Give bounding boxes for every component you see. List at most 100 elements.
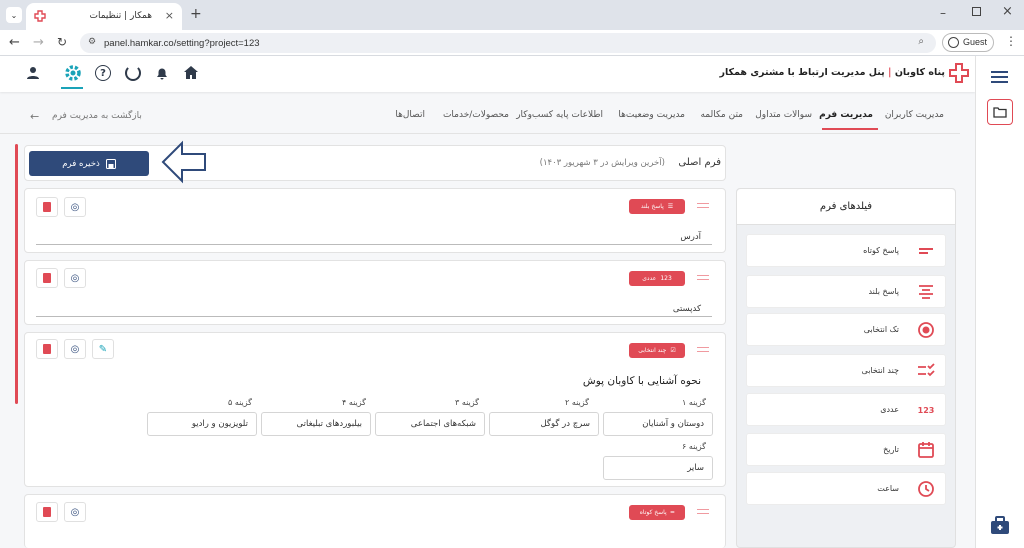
edit-button[interactable]: ✎ xyxy=(92,339,114,359)
new-tab-icon[interactable]: + xyxy=(190,6,202,22)
nav-item-faq[interactable]: سوالات متداول xyxy=(755,110,812,120)
settings-gear-icon[interactable] xyxy=(64,64,82,82)
option-input[interactable]: سرچ در گوگل xyxy=(489,412,599,436)
field-label: آدرس xyxy=(680,232,701,242)
tab-title: همکار | تنظیمات xyxy=(89,11,153,21)
browser-tab[interactable]: همکار | تنظیمات × xyxy=(26,3,182,30)
last-edit-text: (آخرین ویرایش در ۳ شهریور ۱۴۰۳) xyxy=(539,158,665,168)
option-input[interactable]: تلویزیون و رادیو xyxy=(147,412,257,436)
field-option-short-answer[interactable]: پاسخ کوتاه xyxy=(746,234,946,267)
field-option-time[interactable]: ساعت xyxy=(746,472,946,505)
brand-title: پناه کاوبان | پنل مدیریت ارتباط با مشتری… xyxy=(720,67,946,78)
field-option-number[interactable]: عددی 123 xyxy=(746,393,946,426)
folder-button[interactable] xyxy=(987,99,1013,125)
brand-subtitle: پنل مدیریت ارتباط با مشتری همکار xyxy=(719,67,885,78)
long-answer-icon: ☰ xyxy=(667,203,674,210)
back-arrow-icon[interactable]: ← xyxy=(30,110,39,123)
form-field-card: عددی 123 کدپستی xyxy=(24,260,726,325)
checklist-icon: ☑ xyxy=(670,347,676,354)
minimize-icon[interactable]: – xyxy=(940,6,946,20)
delete-button[interactable] xyxy=(36,197,58,217)
nav-item-business-info[interactable]: اطلاعات پایه کسب‌وکار xyxy=(516,110,603,120)
option-input[interactable]: سایر xyxy=(603,456,713,480)
support-briefcase-icon[interactable] xyxy=(990,515,1010,535)
delete-button[interactable] xyxy=(36,268,58,288)
field-input-line[interactable] xyxy=(36,244,712,245)
field-input-line[interactable] xyxy=(36,316,712,317)
form-field-card: پاسخ کوتاه ═ xyxy=(24,494,726,548)
notification-bell-icon[interactable] xyxy=(154,65,170,81)
tab-list-icon[interactable]: ⌄ xyxy=(6,7,22,23)
pointer-arrow-icon xyxy=(161,140,206,184)
back-to-form-link[interactable]: بازگشت به مدیریت فرم xyxy=(52,111,142,121)
nav-item-form-management[interactable]: مدیریت فرم xyxy=(819,110,873,120)
brand-logo-icon xyxy=(949,63,969,83)
nav-item-products[interactable]: محصولات/خدمات xyxy=(443,110,509,120)
window-close-icon[interactable]: × xyxy=(1002,4,1013,19)
browser-menu-icon[interactable]: ⋮ xyxy=(1005,34,1017,48)
delete-button[interactable] xyxy=(36,502,58,522)
drag-handle-icon[interactable] xyxy=(697,275,709,280)
guest-profile-button[interactable]: Guest xyxy=(942,33,994,52)
option-label: گزینه ۴ xyxy=(342,398,366,407)
hide-button[interactable]: ◎ xyxy=(64,339,86,359)
short-answer-icon: ═ xyxy=(670,509,675,516)
zoom-icon[interactable]: ⌕ xyxy=(918,36,924,47)
save-form-button[interactable]: ذخیره فرم xyxy=(29,151,149,176)
delete-button[interactable] xyxy=(36,339,58,359)
brand-name: پناه کاوبان xyxy=(894,67,945,78)
drag-handle-icon[interactable] xyxy=(697,509,709,514)
field-option-single-choice[interactable]: تک انتخابی xyxy=(746,313,946,346)
right-rail xyxy=(975,56,1024,548)
field-type-badge: پاسخ بلند ☰ xyxy=(629,199,685,214)
folder-icon xyxy=(993,107,1007,118)
field-option-multi-choice[interactable]: چند انتخابی xyxy=(746,354,946,387)
clock-icon xyxy=(918,481,934,497)
back-arrow-icon[interactable]: ← xyxy=(9,35,20,50)
fields-panel-title: فیلدهای فرم xyxy=(819,201,873,212)
nav-item-connections[interactable]: اتصال‌ها xyxy=(395,110,425,120)
eye-off-icon: ◎ xyxy=(70,272,80,284)
hide-button[interactable]: ◎ xyxy=(64,502,86,522)
nav-item-statuses[interactable]: مدیریت وضعیت‌ها xyxy=(618,110,685,120)
site-info-icon[interactable]: ⚙ xyxy=(88,37,96,47)
option-input[interactable]: شبکه‌های اجتماعی xyxy=(375,412,485,436)
option-input[interactable]: دوستان و آشنایان xyxy=(603,412,713,436)
checklist-icon xyxy=(918,363,935,377)
reload-icon[interactable]: ↻ xyxy=(57,35,67,49)
report-chart-icon[interactable] xyxy=(125,65,141,81)
nav-item-transcript[interactable]: متن مکالمه xyxy=(700,110,743,120)
option-label: گزینه ۵ xyxy=(228,398,252,407)
option-input[interactable]: بیلبوردهای تبلیغاتی xyxy=(261,412,371,436)
radio-icon xyxy=(918,322,934,338)
drag-handle-icon[interactable] xyxy=(697,203,709,208)
form-field-card: پاسخ بلند ☰ آدرس xyxy=(24,188,726,253)
option-label: گزینه ۲ xyxy=(565,398,589,407)
field-option-long-answer[interactable]: پاسخ بلند xyxy=(746,275,946,308)
profile-icon xyxy=(948,37,959,48)
question-title: نحوه آشنایی با کاوبان پوش xyxy=(582,375,701,387)
eye-off-icon: ◎ xyxy=(70,343,80,355)
hamburger-menu-icon[interactable] xyxy=(991,71,1008,83)
trash-icon xyxy=(43,507,51,517)
hide-button[interactable]: ◎ xyxy=(64,197,86,217)
field-type-badge: پاسخ کوتاه ═ xyxy=(629,505,685,520)
tab-close-icon[interactable]: × xyxy=(165,9,174,22)
forward-arrow-icon[interactable]: → xyxy=(33,35,44,50)
user-icon[interactable] xyxy=(26,66,40,80)
home-icon[interactable] xyxy=(182,64,200,82)
eye-off-icon: ◎ xyxy=(70,201,80,213)
option-label: گزینه ۳ xyxy=(455,398,479,407)
help-icon[interactable]: ? xyxy=(95,65,111,81)
maximize-icon[interactable] xyxy=(972,7,981,16)
short-answer-icon xyxy=(919,248,933,254)
number-icon: 123 xyxy=(917,405,935,415)
url-text: panel.hamkar.co/setting?project=123 xyxy=(104,38,260,49)
save-disk-icon xyxy=(105,158,116,169)
url-bar[interactable]: ⚙ panel.hamkar.co/setting?project=123 ⌕ xyxy=(80,33,936,53)
hide-button[interactable]: ◎ xyxy=(64,268,86,288)
drag-handle-icon[interactable] xyxy=(697,347,709,352)
field-option-date[interactable]: تاریخ xyxy=(746,433,946,466)
scroll-indicator[interactable] xyxy=(15,144,18,404)
nav-item-users[interactable]: مدیریت کاربران xyxy=(885,110,944,120)
